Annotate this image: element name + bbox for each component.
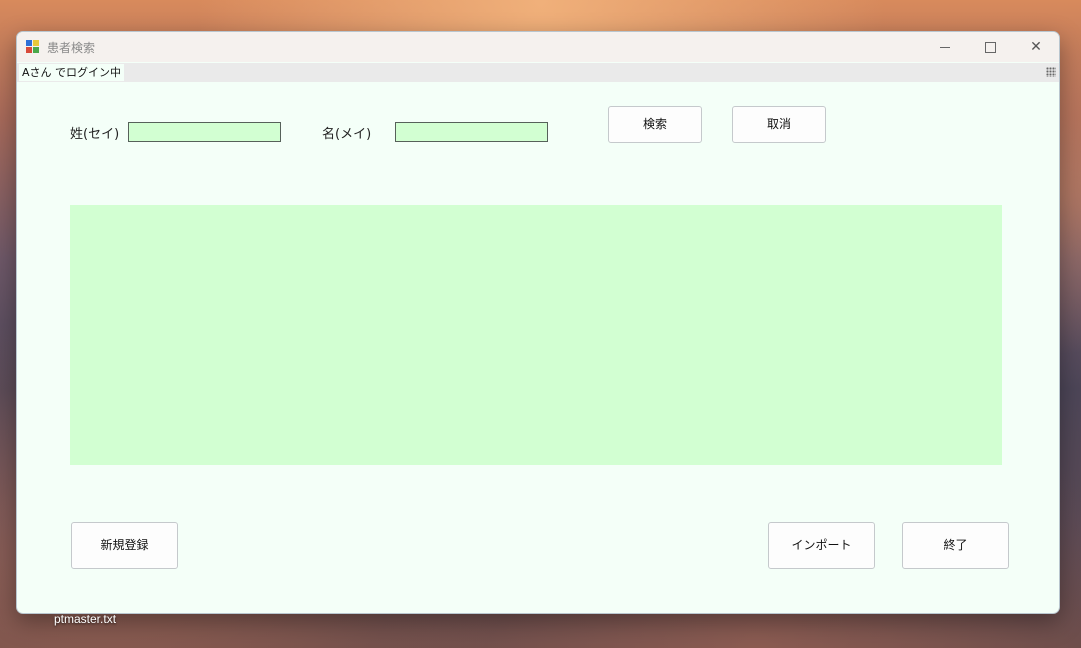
close-icon: ✕ [1030,39,1042,55]
minimize-icon [940,46,950,48]
login-status-label: Aさん でログイン中 [19,64,125,81]
results-grid[interactable] [70,205,1002,465]
maximize-icon [984,41,996,53]
status-strip: Aさん でログイン中 [17,63,1059,82]
sei-label: 姓(セイ) [70,127,120,142]
title-bar[interactable]: 患者検索 ✕ [17,32,1059,62]
mei-input[interactable] [395,122,548,142]
minimize-button[interactable] [922,32,968,62]
resize-grip-icon[interactable] [1046,67,1056,77]
app-icon [26,40,40,54]
mei-label: 名(メイ) [322,127,372,142]
desktop-file-label[interactable]: ptmaster.txt [54,612,116,626]
maximize-button[interactable] [967,32,1013,62]
new-registration-button[interactable]: 新規登録 [71,522,178,569]
window-title: 患者検索 [47,41,96,55]
patient-search-window: 患者検索 ✕ Aさん でログイン中 姓(セイ) 名(メイ) 検索 取消 新規登録… [16,31,1060,614]
exit-button[interactable]: 終了 [902,522,1009,569]
close-button[interactable]: ✕ [1013,32,1059,62]
cancel-button[interactable]: 取消 [732,106,826,143]
import-button[interactable]: インポート [768,522,875,569]
search-button[interactable]: 検索 [608,106,702,143]
sei-input[interactable] [128,122,281,142]
